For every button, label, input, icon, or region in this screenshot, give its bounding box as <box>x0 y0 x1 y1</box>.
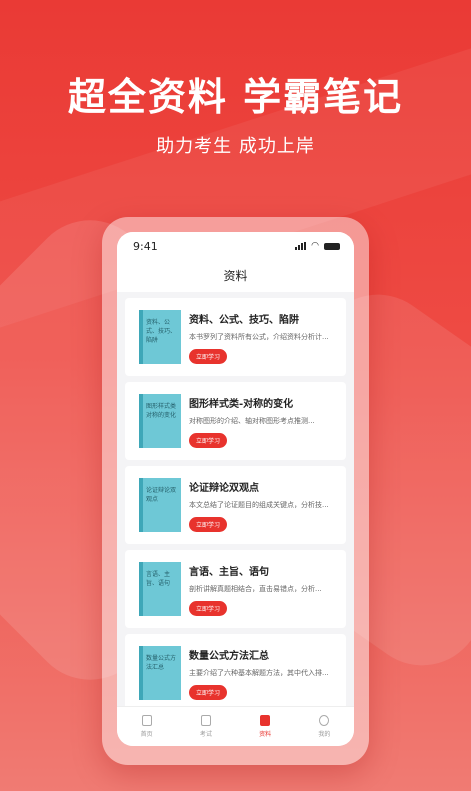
status-time: 9:41 <box>133 239 158 253</box>
card-body: 论证辩论双观点 本文总结了论证题目的组成关键点，分析技... 立即学习 <box>189 479 336 532</box>
list-item[interactable]: 论证辩论双观点 论证辩论双观点 本文总结了论证题目的组成关键点，分析技... 立… <box>125 466 346 544</box>
book-cover: 资料、公式、技巧、陷阱 <box>139 310 181 364</box>
battery-icon <box>324 242 340 250</box>
wifi-icon: ◠ <box>311 240 319 251</box>
signal-icon <box>295 242 307 250</box>
home-icon <box>141 715 152 726</box>
start-study-button[interactable]: 立即学习 <box>189 516 228 532</box>
card-body: 图形样式类-对称的变化 对称图形的介绍、轴对称图形考点推测... 立即学习 <box>189 395 336 448</box>
bottom-tab-bar: 首页 考试 资料 我的 <box>117 706 354 746</box>
hero-subtitle: 助力考生 成功上岸 <box>156 136 315 157</box>
status-bar: 9:41 ◠ <box>117 232 354 260</box>
tab-label: 考试 <box>199 731 212 738</box>
item-description: 主要介绍了六种基本解题方法，其中代入排... <box>189 668 329 677</box>
hero-title: 超全资料 学霸笔记 <box>67 75 404 119</box>
item-title: 图形样式类-对称的变化 <box>189 398 294 410</box>
book-cover: 数量公式方法汇总 <box>139 646 181 700</box>
list-item[interactable]: 图形样式类对称的变化 图形样式类-对称的变化 对称图形的介绍、轴对称图形考点推测… <box>125 382 346 460</box>
item-description: 本文总结了论证题目的组成关键点，分析技... <box>189 500 329 509</box>
item-title: 数量公式方法汇总 <box>189 650 269 662</box>
profile-icon <box>319 715 330 726</box>
start-study-button[interactable]: 立即学习 <box>189 600 228 616</box>
tab-home[interactable]: 首页 <box>141 715 153 738</box>
tab-label: 资料 <box>259 731 272 738</box>
start-study-button[interactable]: 立即学习 <box>189 432 228 448</box>
card-body: 数量公式方法汇总 主要介绍了六种基本解题方法，其中代入排... 立即学习 <box>189 647 336 700</box>
book-cover: 图形样式类对称的变化 <box>139 394 181 448</box>
materials-icon <box>260 715 271 726</box>
item-description: 对称图形的介绍、轴对称图形考点推测... <box>189 416 315 425</box>
book-cover: 论证辩论双观点 <box>139 478 181 532</box>
list-item[interactable]: 言语、主旨、语句 言语、主旨、语句 剖析讲解真题相结合，直击易错点，分析... … <box>125 550 346 628</box>
list-item[interactable]: 数量公式方法汇总 数量公式方法汇总 主要介绍了六种基本解题方法，其中代入排...… <box>125 634 346 712</box>
tab-materials[interactable]: 资料 <box>259 715 271 738</box>
tab-exam[interactable]: 考试 <box>200 715 212 738</box>
item-description: 剖析讲解真题相结合，直击易错点，分析... <box>189 584 322 593</box>
tab-label: 我的 <box>318 731 331 738</box>
tab-label: 首页 <box>140 731 153 738</box>
item-title: 言语、主旨、语句 <box>189 566 269 578</box>
tab-profile[interactable]: 我的 <box>318 715 330 738</box>
card-body: 资料、公式、技巧、陷阱 本书罗列了资料所有公式，介绍资料分析计... 立即学习 <box>189 311 336 364</box>
item-description: 本书罗列了资料所有公式，介绍资料分析计... <box>189 332 329 341</box>
status-icons: ◠ <box>295 240 340 251</box>
page-title: 资料 <box>117 260 354 292</box>
book-cover: 言语、主旨、语句 <box>139 562 181 616</box>
card-body: 言语、主旨、语句 剖析讲解真题相结合，直击易错点，分析... 立即学习 <box>189 563 336 616</box>
start-study-button[interactable]: 立即学习 <box>189 684 228 700</box>
phone-screen: 9:41 ◠ 资料 资料、公式、技巧、陷阱 资料、公式、技巧、陷阱 本书罗列了资… <box>117 232 354 746</box>
item-title: 论证辩论双观点 <box>189 482 259 494</box>
item-title: 资料、公式、技巧、陷阱 <box>189 314 299 326</box>
exam-icon <box>200 715 211 726</box>
start-study-button[interactable]: 立即学习 <box>189 348 228 364</box>
materials-list: 资料、公式、技巧、陷阱 资料、公式、技巧、陷阱 本书罗列了资料所有公式，介绍资料… <box>117 292 354 712</box>
list-item[interactable]: 资料、公式、技巧、陷阱 资料、公式、技巧、陷阱 本书罗列了资料所有公式，介绍资料… <box>125 298 346 376</box>
